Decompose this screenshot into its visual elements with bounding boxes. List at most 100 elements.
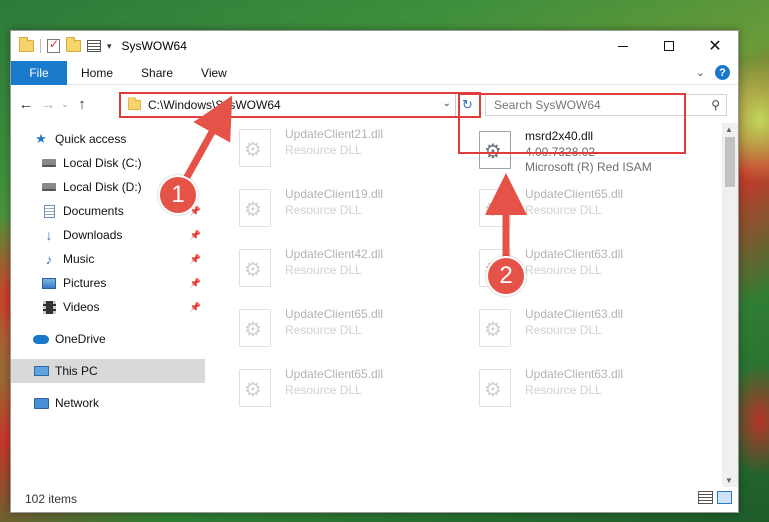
forward-arrow-icon[interactable]: → — [37, 96, 59, 113]
customize-toolbar-icon[interactable]: ▾ — [107, 41, 112, 52]
documents-icon — [41, 204, 57, 218]
minimize-icon — [618, 45, 628, 47]
properties-icon[interactable] — [87, 40, 101, 52]
pin-icon[interactable]: 📌 — [190, 254, 201, 265]
file-description: Resource DLL — [525, 203, 602, 217]
toolbar-separator — [40, 39, 41, 53]
sidebar-item-this-pc[interactable]: This PC — [11, 359, 205, 383]
up-arrow-icon[interactable]: ↑ — [71, 96, 93, 113]
help-icon[interactable]: ? — [715, 65, 730, 80]
file-description: Resource DLL — [525, 263, 602, 277]
expand-ribbon-icon[interactable]: ⌄ — [696, 66, 705, 79]
file-tile[interactable]: UpdateClient65.dll Resource DLL — [465, 183, 695, 237]
file-description: Resource DLL — [285, 383, 362, 397]
sidebar-item-videos[interactable]: Videos 📌 — [11, 295, 205, 319]
file-tile[interactable]: UpdateClient21.dll Resource DLL — [225, 123, 455, 177]
dll-file-icon — [239, 309, 271, 347]
file-description: Resource DLL — [285, 323, 362, 337]
sidebar-item-label: Local Disk (D:) — [63, 180, 142, 194]
file-tile[interactable]: UpdateClient19.dll Resource DLL — [225, 183, 455, 237]
file-name: UpdateClient42.dll — [285, 247, 384, 261]
address-dropdown-icon[interactable]: ⌄ — [443, 98, 451, 109]
disk-icon — [41, 180, 57, 194]
pin-icon[interactable]: 📌 — [190, 278, 201, 289]
content-area: ★ Quick access Local Disk (C:) Local Dis… — [11, 123, 738, 487]
dll-file-icon — [239, 129, 271, 167]
videos-icon — [41, 300, 57, 314]
sidebar-item-downloads[interactable]: ↓ Downloads 📌 — [11, 223, 205, 247]
scroll-up-icon[interactable]: ▲ — [725, 125, 733, 134]
file-description: Resource DLL — [285, 263, 362, 277]
new-folder-icon[interactable] — [66, 37, 81, 52]
file-tile[interactable]: UpdateClient63.dll Resource DLL — [465, 303, 695, 357]
sidebar-item-label: This PC — [55, 364, 98, 378]
file-tile[interactable]: UpdateClient42.dll Resource DLL — [225, 243, 455, 297]
tab-home[interactable]: Home — [67, 61, 127, 85]
close-icon: ✕ — [708, 38, 722, 55]
window-title: SysWOW64 — [121, 39, 187, 53]
title-bar: ▾ SysWOW64 ✕ — [11, 31, 738, 61]
sidebar-item-label: Network — [55, 396, 100, 410]
tab-view[interactable]: View — [187, 61, 241, 85]
file-description: Resource DLL — [525, 323, 602, 337]
minimize-button[interactable] — [600, 31, 646, 61]
step-badge-1: 1 — [158, 175, 198, 215]
star-icon: ★ — [35, 131, 47, 146]
sidebar-item-label: Pictures — [63, 276, 107, 290]
dll-file-icon — [479, 369, 511, 407]
step-badge-2: 2 — [486, 256, 526, 296]
search-icon[interactable]: ⚲ — [711, 98, 720, 112]
sidebar-item-onedrive[interactable]: OneDrive — [11, 327, 205, 351]
onedrive-icon — [33, 332, 49, 346]
pc-icon — [33, 364, 49, 378]
music-icon: ♪ — [45, 251, 53, 267]
back-arrow-icon[interactable]: ← — [15, 96, 37, 113]
pin-icon[interactable]: 📌 — [190, 230, 201, 241]
address-bar[interactable]: C:\Windows\SysWOW64 ⌄ ↻ — [119, 92, 481, 118]
pictures-icon — [41, 276, 57, 290]
folder-icon[interactable] — [19, 37, 34, 52]
sidebar-item-local-disk-c[interactable]: Local Disk (C:) — [11, 151, 205, 175]
file-name: UpdateClient63.dll — [525, 247, 624, 261]
file-name: UpdateClient65.dll — [525, 187, 624, 201]
disk-icon — [41, 156, 57, 170]
details-view-icon[interactable] — [698, 491, 713, 504]
file-list: UpdateClient21.dll Resource DLL UpdateCl… — [219, 123, 724, 487]
sidebar-item-label: Quick access — [55, 132, 127, 146]
sidebar-item-quick-access[interactable]: ★ Quick access — [11, 127, 205, 151]
scroll-down-icon[interactable]: ▼ — [725, 476, 733, 485]
sidebar-item-network[interactable]: Network — [11, 391, 205, 415]
file-description: Resource DLL — [285, 143, 362, 157]
file-name: UpdateClient19.dll — [285, 187, 384, 201]
address-folder-icon — [128, 97, 141, 111]
file-description: Resource DLL — [285, 203, 362, 217]
file-name: UpdateClient63.dll — [525, 367, 624, 381]
ribbon-right-controls: ⌄ ? — [696, 65, 730, 80]
recent-locations-icon[interactable]: ⌄ — [59, 99, 71, 110]
address-path[interactable]: C:\Windows\SysWOW64 — [148, 98, 281, 112]
dll-file-icon — [239, 249, 271, 287]
pin-icon[interactable]: 📌 — [190, 302, 201, 313]
file-description: Microsoft (R) Red ISAM — [525, 160, 652, 174]
file-tile[interactable]: UpdateClient65.dll Resource DLL — [225, 303, 455, 357]
file-name: UpdateClient21.dll — [285, 127, 384, 141]
view-toggle — [698, 491, 732, 504]
sidebar-item-music[interactable]: ♪ Music 📌 — [11, 247, 205, 271]
ribbon-tabs: File Home Share View ⌄ ? — [11, 60, 738, 85]
scroll-thumb[interactable] — [725, 137, 735, 187]
dll-file-icon — [239, 369, 271, 407]
vertical-scrollbar[interactable]: ▲ ▼ — [722, 123, 738, 487]
tab-file[interactable]: File — [11, 60, 67, 85]
close-button[interactable]: ✕ — [692, 31, 738, 61]
properties-check-icon[interactable] — [47, 37, 60, 53]
tiles-view-icon[interactable] — [717, 491, 732, 504]
maximize-button[interactable] — [646, 31, 692, 61]
sidebar-item-pictures[interactable]: Pictures 📌 — [11, 271, 205, 295]
file-tile[interactable]: UpdateClient63.dll Resource DLL — [465, 363, 695, 417]
tab-share[interactable]: Share — [127, 61, 187, 85]
sidebar-item-label: Downloads — [63, 228, 123, 242]
file-description: Resource DLL — [525, 383, 602, 397]
sidebar-item-label: Local Disk (C:) — [63, 156, 142, 170]
file-tile[interactable]: UpdateClient65.dll Resource DLL — [225, 363, 455, 417]
sidebar-item-label: OneDrive — [55, 332, 106, 346]
